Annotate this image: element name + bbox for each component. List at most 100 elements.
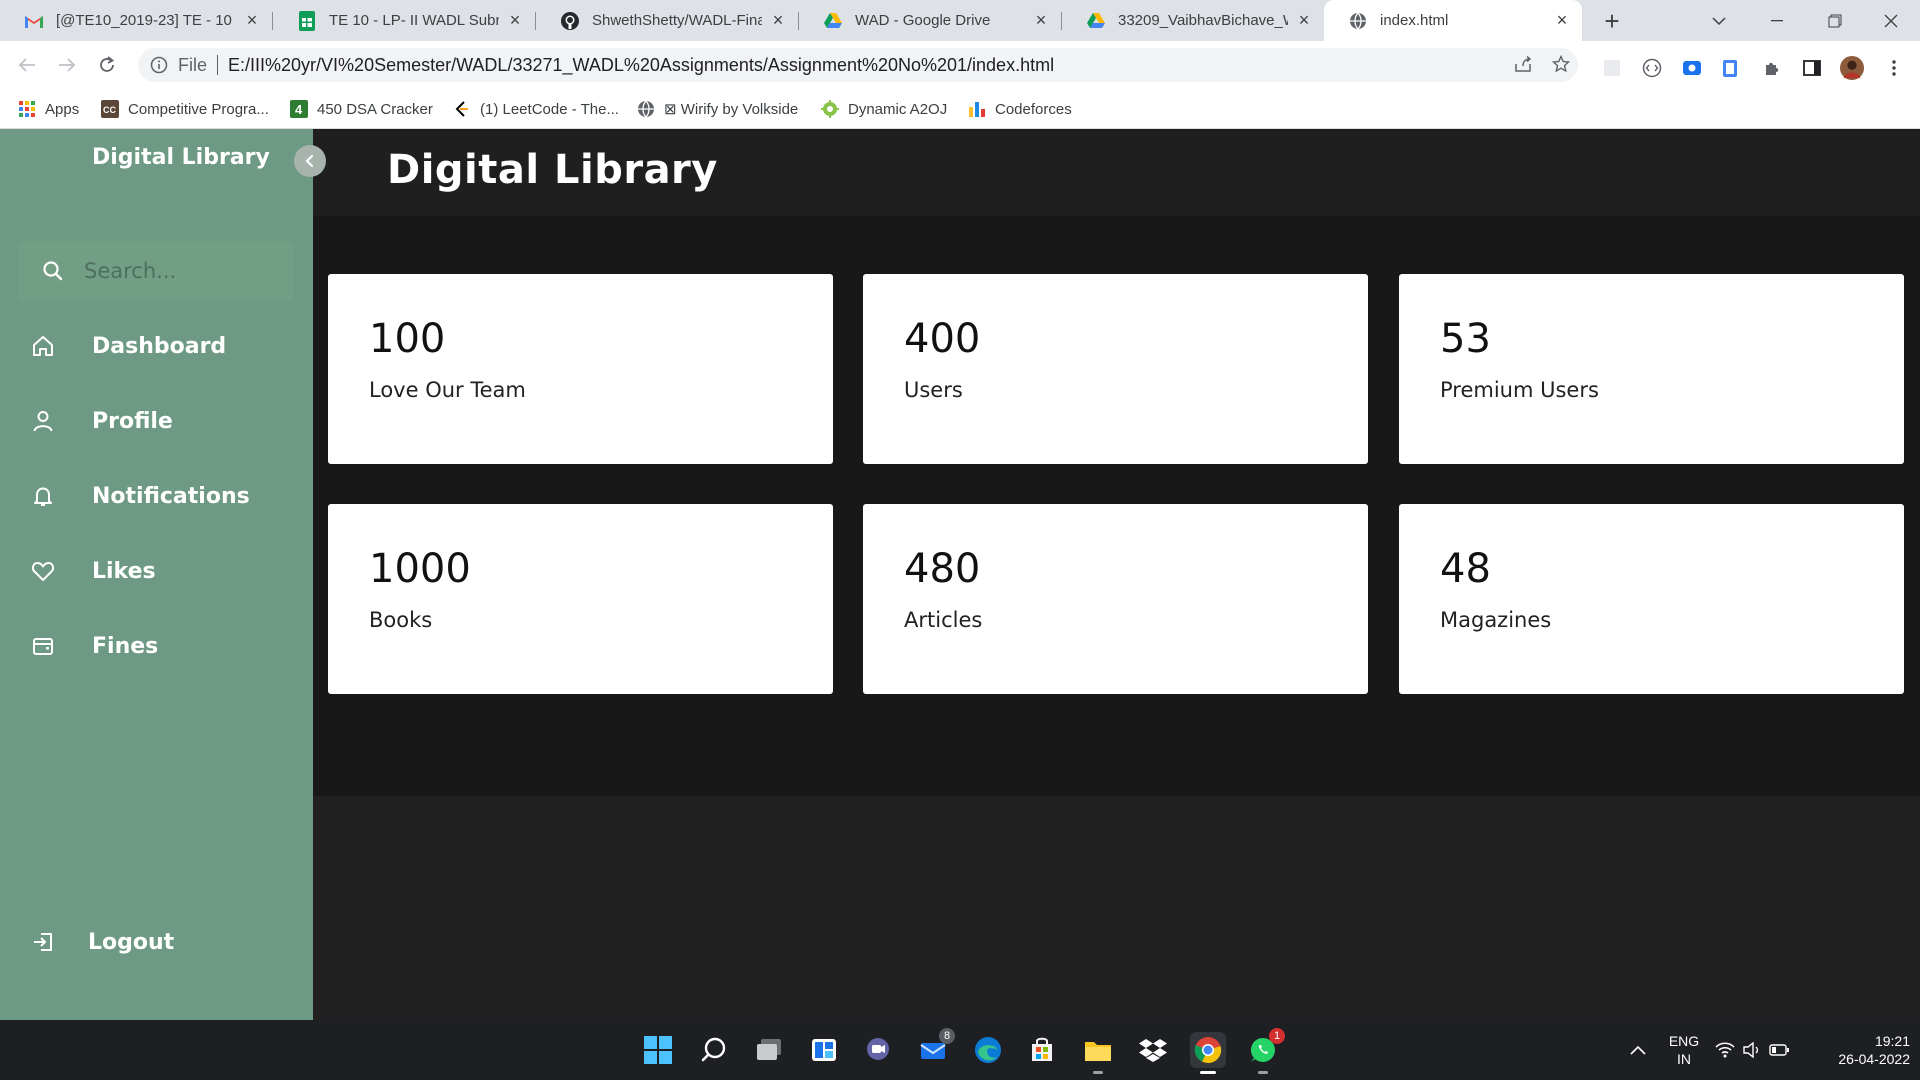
more-menu-icon[interactable] — [1882, 56, 1906, 80]
minimize-icon[interactable] — [1748, 0, 1806, 41]
stat-value: 100 — [369, 316, 446, 362]
clock-time: 19:21 — [1874, 1033, 1910, 1049]
language-code: ENG — [1668, 1033, 1700, 1049]
bookmark-wirify[interactable]: ⊠ Wirify by Volkside — [637, 89, 798, 129]
tab-index-html[interactable]: index.html × — [1324, 0, 1582, 41]
sidebar: Digital Library Dashboard Profile Notifi… — [0, 129, 313, 1020]
chrome-icon[interactable] — [1190, 1032, 1226, 1074]
side-panel-icon[interactable] — [1800, 56, 1824, 80]
window-close-icon[interactable] — [1862, 0, 1920, 41]
whatsapp-icon[interactable]: 1 — [1245, 1028, 1285, 1074]
bookmark-450-dsa[interactable]: 4 450 DSA Cracker — [290, 89, 433, 129]
bookmark-codeforces[interactable]: Codeforces — [968, 89, 1072, 129]
bookmark-star-icon[interactable] — [1546, 49, 1576, 79]
bookmark-apps[interactable]: Apps — [18, 89, 79, 129]
url-text[interactable]: E:/III%20yr/VI%20Semester/WADL/33271_WAD… — [228, 55, 1054, 76]
bookmark-label: Codeforces — [995, 100, 1072, 118]
stat-value: 53 — [1440, 316, 1491, 362]
sidebar-item-profile[interactable]: Profile — [30, 401, 173, 441]
extension-screen-record-icon[interactable] — [1680, 56, 1704, 80]
close-icon[interactable]: × — [242, 10, 262, 31]
sidebar-item-fines[interactable]: Fines — [30, 626, 158, 666]
edge-browser-icon[interactable] — [970, 1032, 1006, 1068]
tab-google-drive[interactable]: WAD - Google Drive × — [799, 0, 1061, 41]
close-icon[interactable]: × — [1031, 10, 1051, 31]
tab-search-chevron-icon[interactable] — [1690, 0, 1748, 41]
battery-icon — [1769, 1044, 1789, 1056]
browser-tab-strip: [@TE10_2019-23] TE - 10 :: × TE 10 - LP-… — [0, 0, 1920, 41]
tab-label: TE 10 - LP- II WADL Submis — [329, 12, 499, 29]
input-language[interactable]: ENG IN — [1664, 1032, 1704, 1068]
tab-drive-file[interactable]: 33209_VaibhavBichave_WA × — [1062, 0, 1324, 41]
bookmarks-bar: Apps CC Competitive Progra... 4 450 DSA … — [0, 89, 1920, 129]
volume-icon — [1743, 1042, 1761, 1058]
logout-icon — [30, 929, 56, 955]
stat-label: Premium Users — [1440, 378, 1599, 402]
extensions-puzzle-icon[interactable] — [1760, 56, 1784, 80]
sidebar-item-label: Notifications — [92, 483, 250, 509]
extension-code-icon[interactable] — [1640, 56, 1664, 80]
sidebar-item-dashboard[interactable]: Dashboard — [30, 326, 226, 366]
close-icon[interactable]: × — [1552, 10, 1572, 31]
bookmark-label: 450 DSA Cracker — [317, 100, 433, 118]
extension-clipboard-icon[interactable] — [1718, 56, 1742, 80]
widgets-icon[interactable] — [806, 1032, 842, 1068]
tab-sheets[interactable]: TE 10 - LP- II WADL Submis × — [273, 0, 535, 41]
logout-button[interactable]: Logout — [30, 922, 174, 962]
mail-icon[interactable]: 8 — [915, 1028, 955, 1068]
sidebar-item-likes[interactable]: Likes — [30, 551, 156, 591]
extension-blank-icon[interactable] — [1600, 56, 1624, 80]
stat-value: 48 — [1440, 546, 1491, 592]
search-box[interactable] — [18, 241, 294, 301]
file-explorer-icon[interactable] — [1080, 1032, 1116, 1074]
close-icon[interactable]: × — [768, 10, 788, 31]
sidebar-item-notifications[interactable]: Notifications — [30, 476, 250, 516]
browser-toolbar: File E:/III%20yr/VI%20Semester/WADL/3327… — [0, 41, 1920, 89]
bookmark-label: Apps — [45, 100, 80, 118]
forward-arrow-icon[interactable] — [52, 50, 82, 80]
globe-icon — [637, 100, 655, 118]
reload-icon[interactable] — [92, 50, 122, 80]
close-icon[interactable]: × — [505, 10, 525, 31]
running-indicator — [1093, 1071, 1103, 1074]
close-icon[interactable]: × — [1294, 10, 1314, 31]
stat-label: Magazines — [1440, 608, 1552, 632]
page-header: Digital Library — [313, 129, 1920, 216]
bookmark-label: Competitive Progra... — [128, 100, 269, 118]
stat-label: Love Our Team — [369, 378, 526, 402]
info-icon[interactable] — [150, 56, 168, 74]
stat-card: 100 Love Our Team — [328, 274, 833, 464]
dropbox-icon[interactable] — [1135, 1032, 1171, 1068]
home-icon — [30, 333, 56, 359]
bookmark-dynamic-a2oj[interactable]: Dynamic A2OJ — [821, 89, 947, 129]
search-icon — [42, 260, 64, 282]
stat-card: 48 Magazines — [1399, 504, 1904, 694]
restore-icon[interactable] — [1806, 0, 1864, 41]
codeforces-icon — [968, 100, 986, 118]
task-view-icon[interactable] — [751, 1032, 787, 1068]
back-arrow-icon[interactable] — [12, 50, 42, 80]
clock[interactable]: 19:21 26-04-2022 — [1810, 1032, 1910, 1068]
tab-gmail[interactable]: [@TE10_2019-23] TE - 10 :: × — [0, 0, 272, 41]
system-tray[interactable] — [1712, 1032, 1792, 1068]
microsoft-store-icon[interactable] — [1024, 1032, 1060, 1068]
windows-start-icon[interactable] — [640, 1032, 676, 1068]
stat-value: 1000 — [369, 546, 471, 592]
tab-github[interactable]: ShwethShetty/WADL-Final × — [536, 0, 798, 41]
bookmark-leetcode[interactable]: (1) LeetCode - The... — [453, 89, 619, 129]
stat-card: 400 Users — [863, 274, 1368, 464]
page-footer-area — [313, 796, 1920, 1020]
sidebar-collapse-button[interactable] — [294, 145, 326, 177]
address-bar[interactable]: File E:/III%20yr/VI%20Semester/WADL/3327… — [138, 48, 1578, 82]
search-input[interactable] — [84, 259, 274, 283]
share-icon[interactable] — [1508, 49, 1538, 79]
new-tab-button[interactable]: + — [1597, 6, 1627, 36]
stat-value: 400 — [904, 316, 981, 362]
chevron-up-icon[interactable] — [1620, 1032, 1656, 1068]
bookmark-label: Dynamic A2OJ — [848, 100, 948, 118]
drive-icon — [1086, 11, 1106, 31]
bookmark-competitive-programming[interactable]: CC Competitive Progra... — [101, 89, 269, 129]
search-icon[interactable] — [696, 1032, 732, 1068]
teams-chat-icon[interactable] — [860, 1032, 896, 1068]
avatar[interactable] — [1840, 56, 1864, 80]
